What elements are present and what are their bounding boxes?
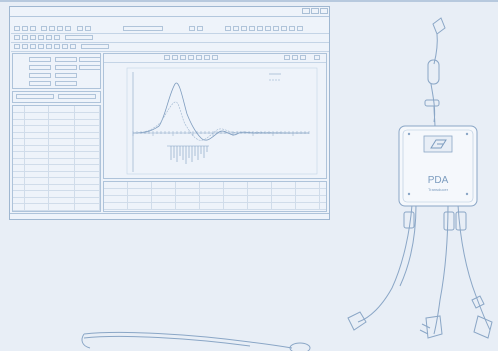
device-screw <box>465 132 469 136</box>
device-screw <box>465 192 469 196</box>
device-model: Transducer <box>427 187 449 192</box>
product-illustration: PDA Transducer <box>0 0 498 351</box>
device-screw <box>407 192 411 196</box>
device-brand: PDA <box>427 175 449 186</box>
port-label <box>436 199 450 204</box>
port-label <box>452 199 466 204</box>
device-screw <box>407 132 411 136</box>
device-badge-text <box>408 158 468 164</box>
